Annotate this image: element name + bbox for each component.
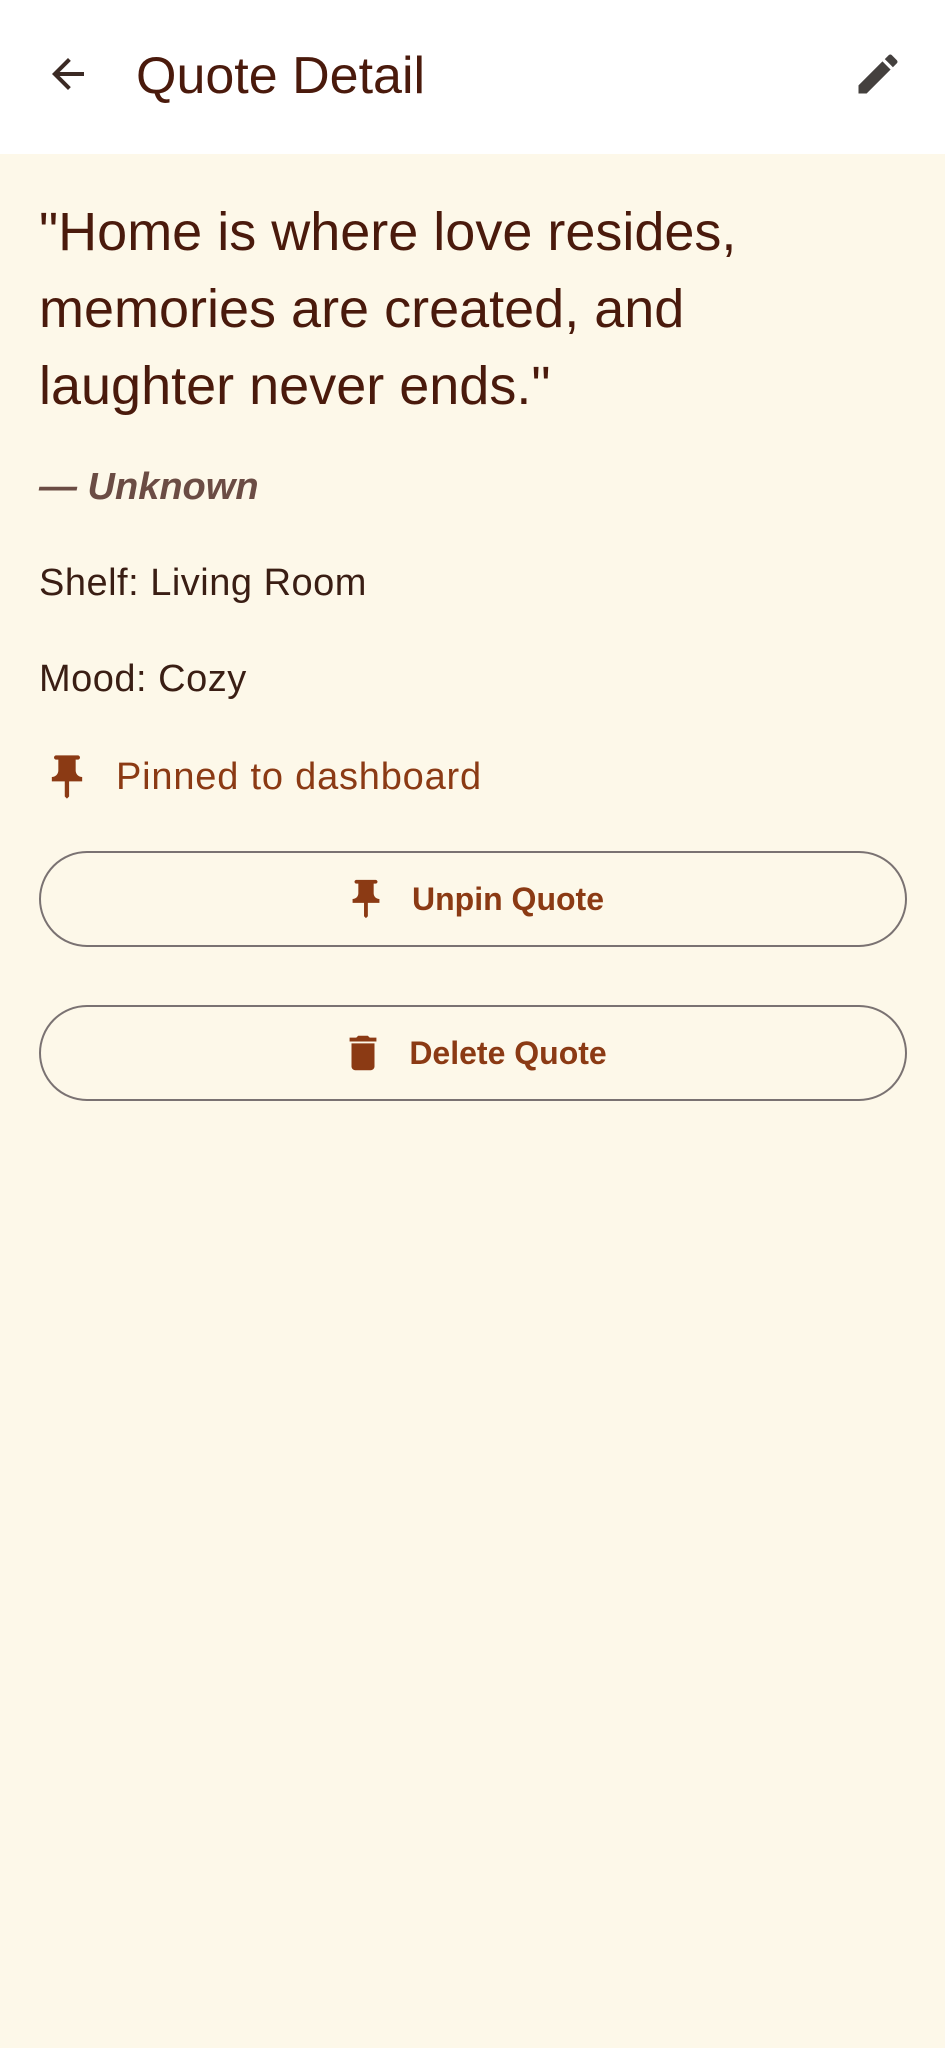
page-title: Quote Detail [136,47,426,105]
quote-author: — Unknown [39,466,259,508]
pencil-icon [852,48,904,105]
edit-button[interactable] [840,38,916,114]
quote-detail-content: "Home is where love resides, memories ar… [39,154,907,1101]
app-bar: Quote Detail [0,0,945,154]
pinned-status: Pinned to dashboard [39,749,907,805]
arrow-left-icon [44,50,92,103]
shelf-label: Shelf: Living Room [39,562,367,604]
delete-quote-label: Delete Quote [409,1034,607,1071]
quote-text: "Home is where love resides, memories ar… [39,202,737,416]
pinned-status-text: Pinned to dashboard [116,755,482,798]
pin-icon [39,749,95,805]
unpin-quote-button[interactable]: Unpin Quote [39,851,907,947]
trash-icon [339,1025,387,1081]
unpin-quote-label: Unpin Quote [412,880,604,917]
mood-label: Mood: Cozy [39,658,247,700]
pin-icon [342,871,390,927]
delete-quote-button[interactable]: Delete Quote [39,1005,907,1101]
back-button[interactable] [30,38,106,114]
